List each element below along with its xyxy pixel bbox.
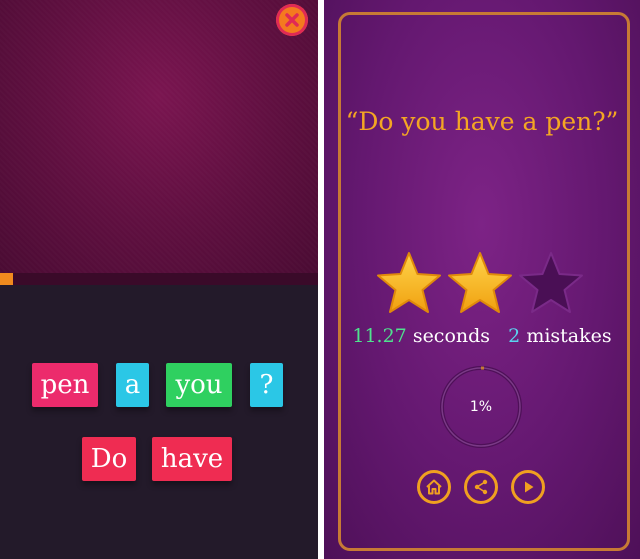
- word-tile[interactable]: have: [152, 437, 232, 481]
- progress-bar-fill: [0, 273, 13, 285]
- home-icon: [426, 479, 442, 495]
- play-icon: [525, 481, 534, 493]
- word-tile[interactable]: Do: [82, 437, 136, 481]
- progress-percent: 1%: [469, 399, 493, 415]
- progress-bar: [0, 273, 318, 285]
- close-x-icon: [285, 13, 299, 27]
- word-tiles-area: [0, 285, 318, 559]
- home-button[interactable]: [417, 470, 451, 504]
- star-empty-icon: [519, 252, 583, 313]
- time-value: 11.27: [352, 325, 407, 347]
- word-tile[interactable]: ?: [250, 363, 283, 407]
- close-button[interactable]: [276, 4, 308, 36]
- mistakes-unit: mistakes: [526, 325, 612, 347]
- share-icon: [474, 479, 488, 495]
- mistakes-value: 2: [508, 325, 521, 347]
- star-filled-icon: [377, 252, 441, 313]
- share-button[interactable]: [464, 470, 498, 504]
- results-screen: “Do you have a pen?” 11.27 seconds 2 mis…: [324, 0, 640, 559]
- sentence-builder-screen: pen a you ? Do have: [0, 0, 318, 559]
- word-tile[interactable]: a: [116, 363, 149, 407]
- star-rating: [324, 250, 640, 320]
- word-tile[interactable]: pen: [32, 363, 98, 407]
- play-button[interactable]: [511, 470, 545, 504]
- time-unit: seconds: [412, 325, 491, 347]
- star-filled-icon: [448, 252, 512, 313]
- result-stats: 11.27 seconds 2 mistakes: [324, 325, 640, 347]
- word-tile[interactable]: you: [166, 363, 232, 407]
- question-area: [0, 0, 318, 273]
- sentence-quote: “Do you have a pen?”: [345, 107, 619, 136]
